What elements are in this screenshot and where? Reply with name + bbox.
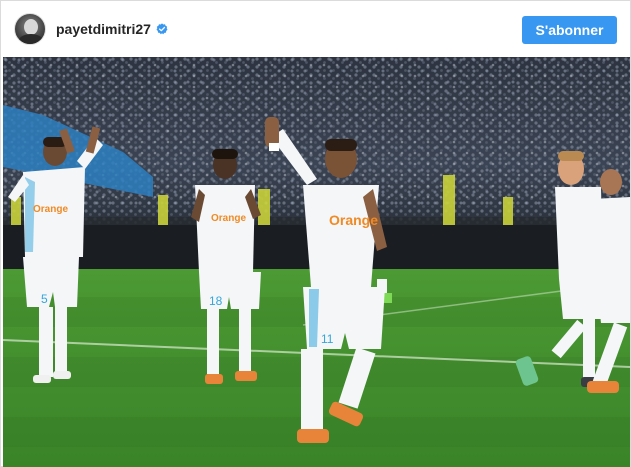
player-number: 5 [41,292,48,306]
sponsor-text: Orange [211,213,246,224]
follow-button[interactable]: S'abonner [522,16,617,44]
stadium-scene: 5 Orange 18 Orange 11 Orange [3,57,630,467]
post-header: payetdimitri27 S'abonner [1,1,630,57]
sponsor-text: Orange [33,204,68,215]
verified-badge-icon [156,23,168,35]
avatar[interactable] [14,13,46,45]
sponsor-text: Orange [329,212,378,228]
instagram-post-card: payetdimitri27 S'abonner 5 Orange 18 Ora… [0,0,631,467]
username-link[interactable]: payetdimitri27 [56,21,151,37]
post-photo[interactable]: 5 Orange 18 Orange 11 Orange [3,57,630,467]
player-number: 11 [321,332,334,346]
player-number: 18 [209,294,223,308]
avatar-shoulders [18,34,44,44]
avatar-head [24,19,38,35]
